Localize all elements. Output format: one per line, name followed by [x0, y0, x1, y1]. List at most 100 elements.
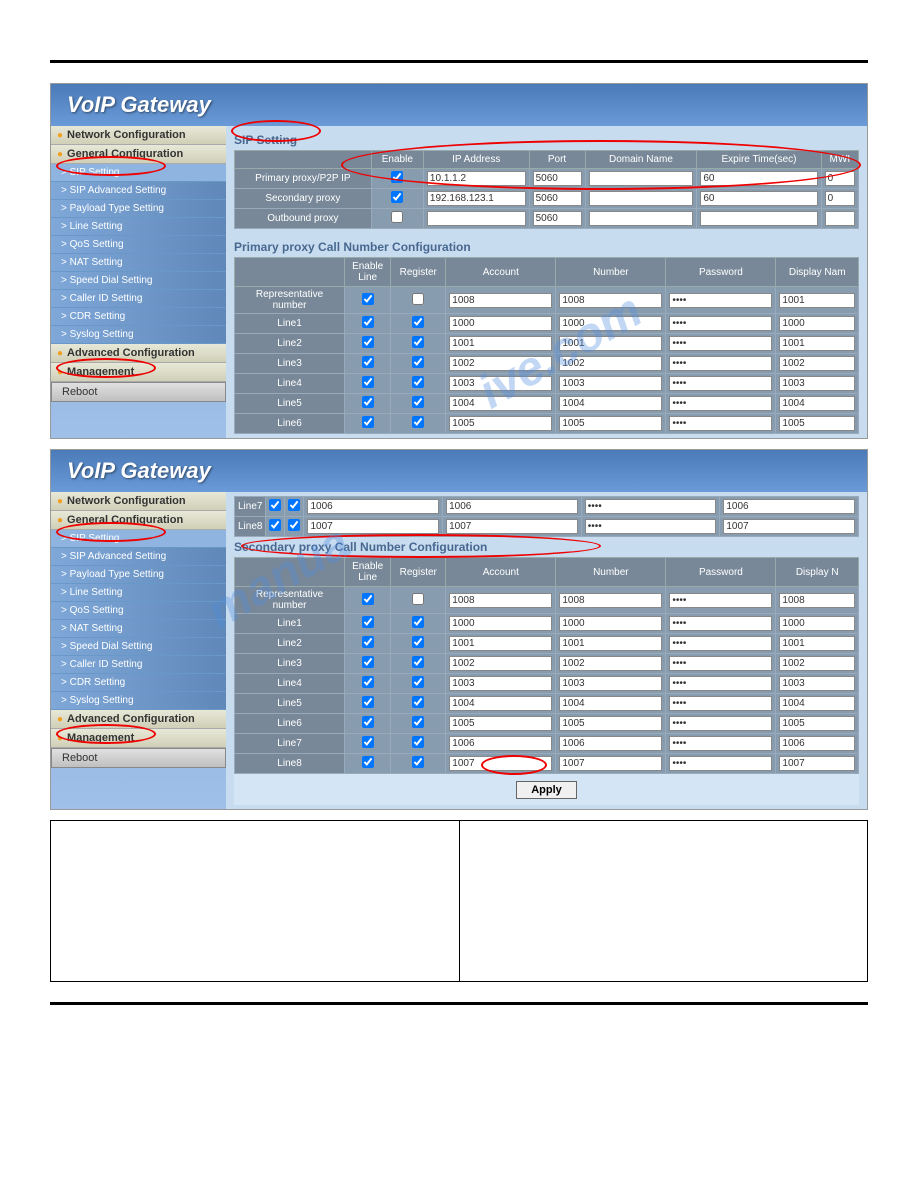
- password-input[interactable]: [669, 316, 772, 331]
- number-input[interactable]: [559, 396, 662, 411]
- nav-sip-setting[interactable]: > SIP Setting: [51, 530, 226, 548]
- port-input[interactable]: [533, 171, 582, 186]
- display-input[interactable]: [779, 676, 855, 691]
- display-input[interactable]: [779, 616, 855, 631]
- account-input[interactable]: [449, 616, 552, 631]
- nav-reboot[interactable]: Reboot: [51, 382, 226, 402]
- display-input[interactable]: [779, 656, 855, 671]
- display-input[interactable]: [723, 519, 855, 534]
- register-checkbox[interactable]: [412, 696, 424, 708]
- nav-line[interactable]: > Line Setting: [51, 218, 226, 236]
- register-checkbox[interactable]: [412, 736, 424, 748]
- nav-network-config[interactable]: ●Network Configuration: [51, 492, 226, 511]
- register-checkbox[interactable]: [412, 416, 424, 428]
- nav-reboot[interactable]: Reboot: [51, 748, 226, 768]
- mwi-input[interactable]: [825, 171, 855, 186]
- password-input[interactable]: [669, 676, 772, 691]
- nav-payload[interactable]: > Payload Type Setting: [51, 200, 226, 218]
- enable-checkbox[interactable]: [391, 211, 403, 223]
- number-input[interactable]: [559, 736, 662, 751]
- number-input[interactable]: [559, 616, 662, 631]
- register-checkbox[interactable]: [412, 316, 424, 328]
- nav-line[interactable]: > Line Setting: [51, 584, 226, 602]
- number-input[interactable]: [559, 716, 662, 731]
- nav-advanced-config[interactable]: ●Advanced Configuration: [51, 710, 226, 729]
- enable-line-checkbox[interactable]: [362, 336, 374, 348]
- port-input[interactable]: [533, 191, 582, 206]
- password-input[interactable]: [669, 593, 772, 608]
- display-input[interactable]: [779, 396, 855, 411]
- expire-input[interactable]: [700, 171, 817, 186]
- password-input[interactable]: [669, 396, 772, 411]
- enable-line-checkbox[interactable]: [362, 636, 374, 648]
- nav-management[interactable]: ●Management: [51, 729, 226, 748]
- number-input[interactable]: [559, 356, 662, 371]
- account-input[interactable]: [449, 356, 552, 371]
- register-checkbox[interactable]: [412, 676, 424, 688]
- enable-checkbox[interactable]: [391, 171, 403, 183]
- nav-advanced-config[interactable]: ●Advanced Configuration: [51, 344, 226, 363]
- number-input[interactable]: [559, 593, 662, 608]
- enable-line-checkbox[interactable]: [362, 293, 374, 305]
- enable-line-checkbox[interactable]: [362, 756, 374, 768]
- password-input[interactable]: [669, 656, 772, 671]
- enable-line-checkbox[interactable]: [269, 499, 281, 511]
- register-checkbox[interactable]: [412, 293, 424, 305]
- register-checkbox[interactable]: [412, 593, 424, 605]
- account-input[interactable]: [449, 636, 552, 651]
- domain-input[interactable]: [589, 211, 694, 226]
- number-input[interactable]: [559, 696, 662, 711]
- apply-button[interactable]: Apply: [516, 781, 577, 799]
- account-input[interactable]: [449, 416, 552, 431]
- register-checkbox[interactable]: [412, 356, 424, 368]
- account-input[interactable]: [449, 396, 552, 411]
- account-input[interactable]: [307, 519, 439, 534]
- nav-nat[interactable]: > NAT Setting: [51, 620, 226, 638]
- account-input[interactable]: [449, 316, 552, 331]
- enable-line-checkbox[interactable]: [362, 316, 374, 328]
- account-input[interactable]: [449, 293, 552, 308]
- register-checkbox[interactable]: [412, 376, 424, 388]
- display-input[interactable]: [779, 356, 855, 371]
- enable-line-checkbox[interactable]: [362, 676, 374, 688]
- password-input[interactable]: [669, 376, 772, 391]
- nav-sip-advanced[interactable]: > SIP Advanced Setting: [51, 182, 226, 200]
- number-input[interactable]: [559, 656, 662, 671]
- password-input[interactable]: [585, 519, 717, 534]
- enable-line-checkbox[interactable]: [362, 376, 374, 388]
- enable-line-checkbox[interactable]: [362, 736, 374, 748]
- register-checkbox[interactable]: [288, 519, 300, 531]
- display-input[interactable]: [779, 316, 855, 331]
- nav-syslog[interactable]: > Syslog Setting: [51, 692, 226, 710]
- nav-general-config[interactable]: ●General Configuration: [51, 511, 226, 530]
- display-input[interactable]: [779, 636, 855, 651]
- register-checkbox[interactable]: [288, 499, 300, 511]
- port-input[interactable]: [533, 211, 582, 226]
- nav-speed-dial[interactable]: > Speed Dial Setting: [51, 638, 226, 656]
- nav-network-config[interactable]: ●Network Configuration: [51, 126, 226, 145]
- display-input[interactable]: [779, 336, 855, 351]
- register-checkbox[interactable]: [412, 716, 424, 728]
- enable-checkbox[interactable]: [391, 191, 403, 203]
- number-input[interactable]: [559, 756, 662, 771]
- password-input[interactable]: [669, 356, 772, 371]
- mwi-input[interactable]: [825, 211, 855, 226]
- display-input[interactable]: [723, 499, 855, 514]
- number-input[interactable]: [559, 676, 662, 691]
- account-input[interactable]: [449, 756, 552, 771]
- enable-line-checkbox[interactable]: [362, 696, 374, 708]
- ip-input[interactable]: [427, 171, 526, 186]
- password-input[interactable]: [669, 616, 772, 631]
- number-input[interactable]: [559, 636, 662, 651]
- nav-qos[interactable]: > QoS Setting: [51, 236, 226, 254]
- password-input[interactable]: [669, 756, 772, 771]
- password-input[interactable]: [585, 499, 717, 514]
- password-input[interactable]: [669, 416, 772, 431]
- nav-general-config[interactable]: ●General Configuration: [51, 145, 226, 164]
- account-input[interactable]: [449, 376, 552, 391]
- account-input[interactable]: [449, 656, 552, 671]
- register-checkbox[interactable]: [412, 756, 424, 768]
- account-input[interactable]: [449, 336, 552, 351]
- display-input[interactable]: [779, 293, 855, 308]
- display-input[interactable]: [779, 376, 855, 391]
